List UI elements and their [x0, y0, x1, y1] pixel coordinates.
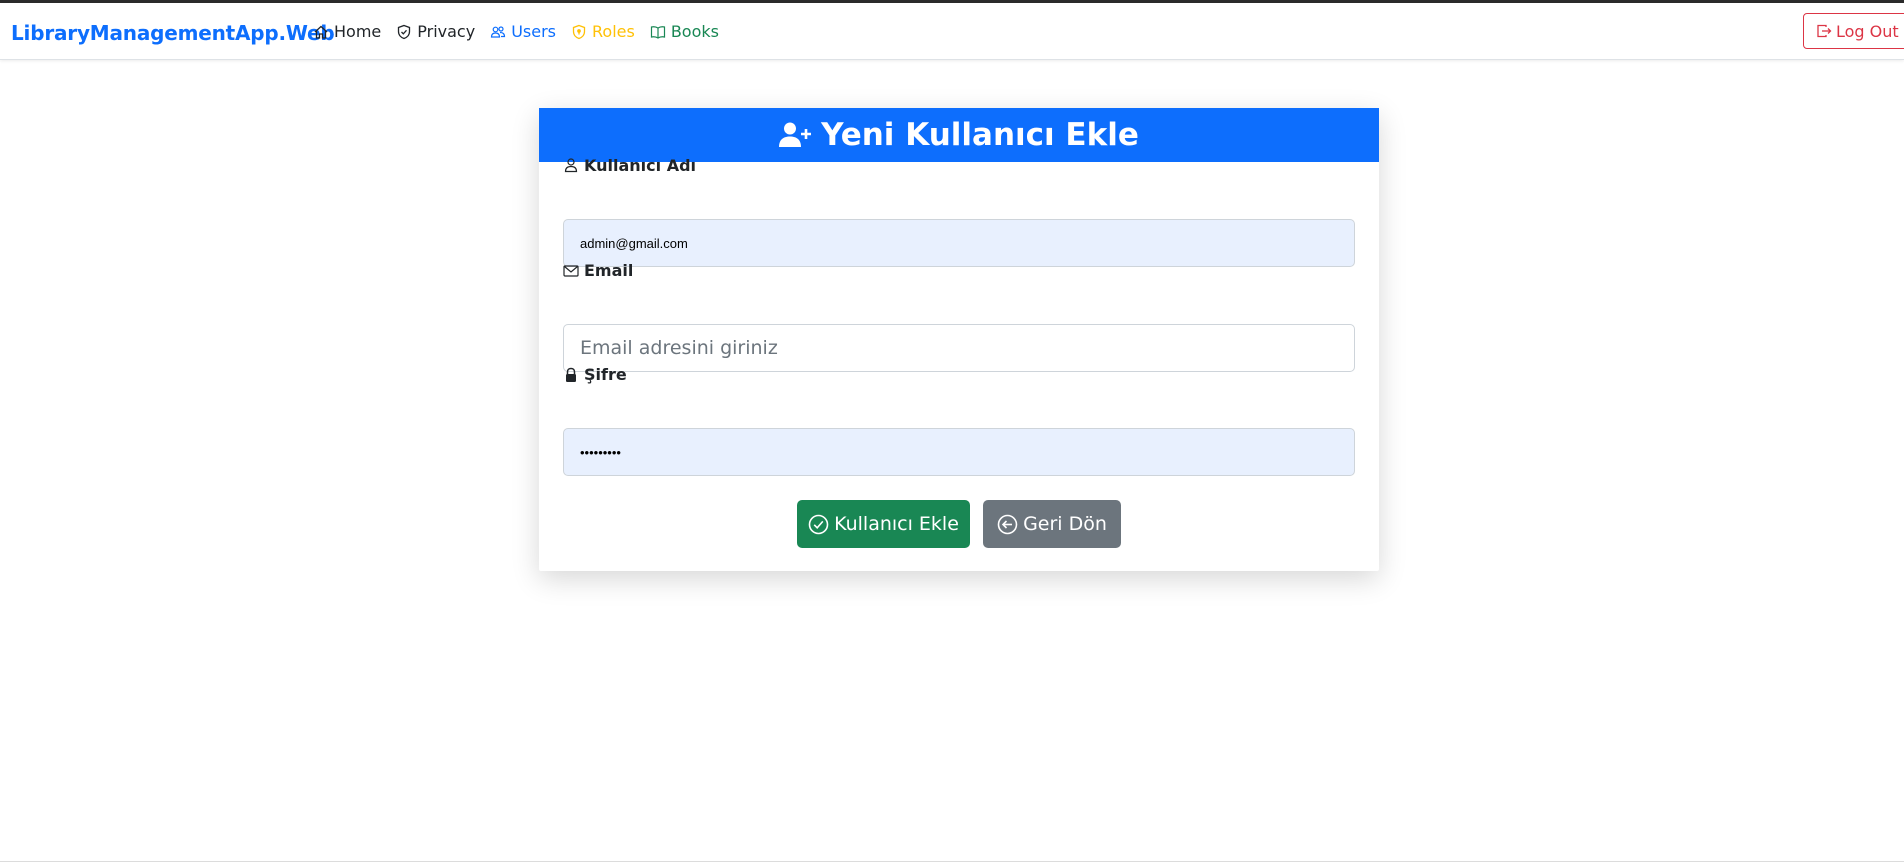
email-label: Email — [563, 261, 633, 280]
person-plus-icon — [779, 122, 812, 147]
username-field[interactable] — [563, 219, 1355, 267]
card-header: Yeni Kullanıcı Ekle — [539, 108, 1379, 162]
nav-item-books[interactable]: Books — [650, 22, 719, 41]
shield-icon — [398, 24, 411, 39]
nav-item-users[interactable]: Users — [490, 22, 556, 41]
nav-item-roles[interactable]: Roles — [571, 22, 635, 41]
shield-lock-icon — [572, 24, 586, 39]
person-icon — [564, 158, 578, 173]
nav-item-home[interactable]: Home — [313, 22, 381, 41]
top-navbar: LibraryManagementApp.Web Home Privacy Us… — [0, 3, 1904, 60]
brand-link[interactable]: LibraryManagementApp.Web — [11, 21, 335, 45]
book-icon — [650, 25, 665, 39]
box-arrow-right-icon — [1817, 24, 1832, 38]
nav-item-label: Users — [511, 22, 556, 41]
nav-item-label: Books — [670, 22, 719, 41]
house-icon — [314, 25, 328, 39]
lock-icon — [566, 367, 576, 382]
nav-item-label: Privacy — [417, 22, 476, 41]
password-label-text: Şifre — [584, 365, 627, 384]
nav-menu: Home Privacy Users Roles Books — [313, 22, 734, 41]
username-label: Kullanıcı Adı — [563, 155, 697, 175]
password-field[interactable] — [563, 428, 1355, 476]
nav-item-label: Roles — [592, 22, 635, 41]
add-user-button-label: Kullanıcı Ekle — [834, 513, 959, 535]
arrow-left-circle-icon — [997, 514, 1018, 534]
username-label-text: Kullanıcı Adı — [584, 155, 697, 175]
logout-label: Log Out — [1836, 21, 1899, 41]
envelope-icon — [563, 264, 579, 277]
check-circle-icon — [808, 514, 829, 534]
add-user-button[interactable]: Kullanıcı Ekle — [797, 500, 970, 548]
people-icon — [491, 25, 506, 38]
nav-item-privacy[interactable]: Privacy — [396, 22, 475, 41]
logout-button[interactable]: Log Out — [1803, 13, 1904, 49]
nav-item-label: Home — [334, 22, 382, 41]
back-button-label: Geri Dön — [1023, 513, 1107, 535]
back-button[interactable]: Geri Dön — [983, 500, 1121, 548]
email-label-text: Email — [584, 261, 634, 280]
page-title: Yeni Kullanıcı Ekle — [821, 117, 1139, 153]
email-field[interactable] — [563, 324, 1355, 372]
password-label: Şifre — [563, 365, 627, 384]
add-user-card: Yeni Kullanıcı Ekle Kullanıcı Adı Email … — [539, 108, 1379, 571]
